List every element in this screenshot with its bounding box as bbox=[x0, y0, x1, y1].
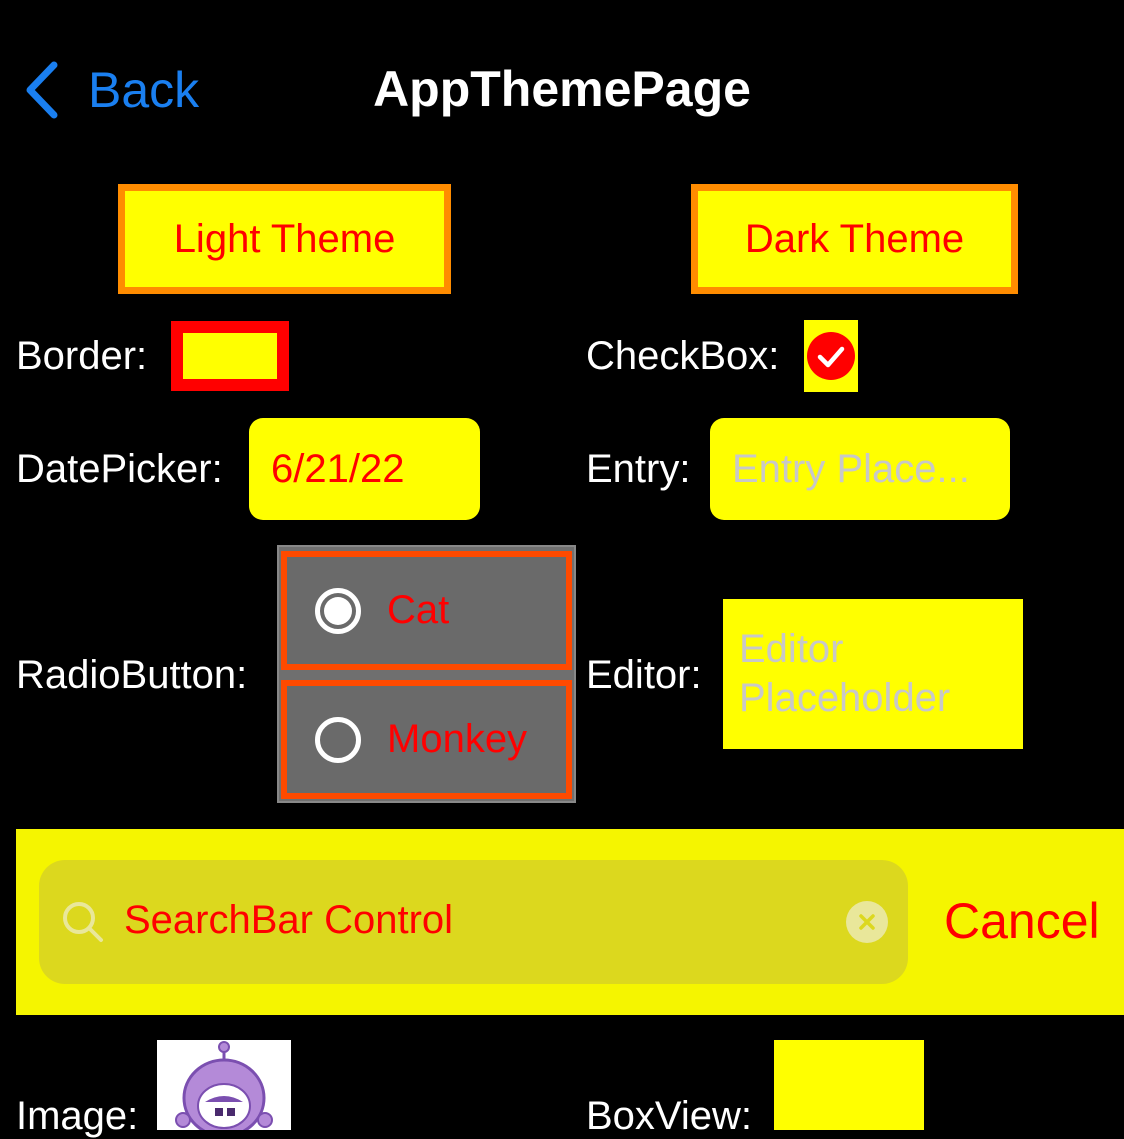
bot-image bbox=[157, 1040, 291, 1130]
radio-option-monkey[interactable]: Monkey bbox=[281, 680, 572, 799]
editor-placeholder-line: Editor bbox=[739, 627, 844, 671]
radio-selected-icon bbox=[315, 587, 361, 634]
editor-label: Editor: bbox=[586, 653, 702, 697]
entry-field[interactable]: Entry Place... bbox=[710, 418, 1010, 520]
date-picker[interactable]: 6/21/22 bbox=[249, 418, 480, 520]
editor-field[interactable]: Editor Placeholder bbox=[723, 599, 1023, 749]
checkbox[interactable] bbox=[804, 320, 858, 392]
radio-option-cat[interactable]: Cat bbox=[281, 551, 572, 670]
search-icon bbox=[60, 899, 106, 950]
radio-option-label: Cat bbox=[387, 588, 450, 632]
datepicker-label: DatePicker: bbox=[16, 447, 223, 491]
page-title: AppThemePage bbox=[373, 61, 751, 117]
boxview-label: BoxView: bbox=[586, 1094, 753, 1138]
radio-option-label: Monkey bbox=[387, 717, 528, 761]
radio-group: Cat Monkey bbox=[277, 545, 576, 803]
editor-placeholder-line: Placeholder bbox=[739, 676, 951, 720]
clear-icon[interactable] bbox=[846, 901, 888, 943]
border-sample bbox=[171, 321, 289, 391]
entry-label: Entry: bbox=[586, 447, 691, 491]
search-text: SearchBar Control bbox=[124, 898, 454, 942]
robot-mascot-icon bbox=[175, 1041, 273, 1130]
checkbox-label: CheckBox: bbox=[586, 334, 780, 378]
checkmark-icon bbox=[807, 332, 855, 380]
dark-theme-button[interactable]: Dark Theme bbox=[691, 184, 1018, 294]
light-theme-button[interactable]: Light Theme bbox=[118, 184, 451, 294]
radiobutton-label: RadioButton: bbox=[16, 653, 248, 697]
box-view bbox=[774, 1040, 924, 1130]
border-label: Border: bbox=[16, 334, 148, 378]
cancel-button[interactable]: Cancel bbox=[944, 892, 1100, 950]
image-label: Image: bbox=[16, 1094, 139, 1138]
radio-unselected-icon bbox=[315, 716, 361, 763]
